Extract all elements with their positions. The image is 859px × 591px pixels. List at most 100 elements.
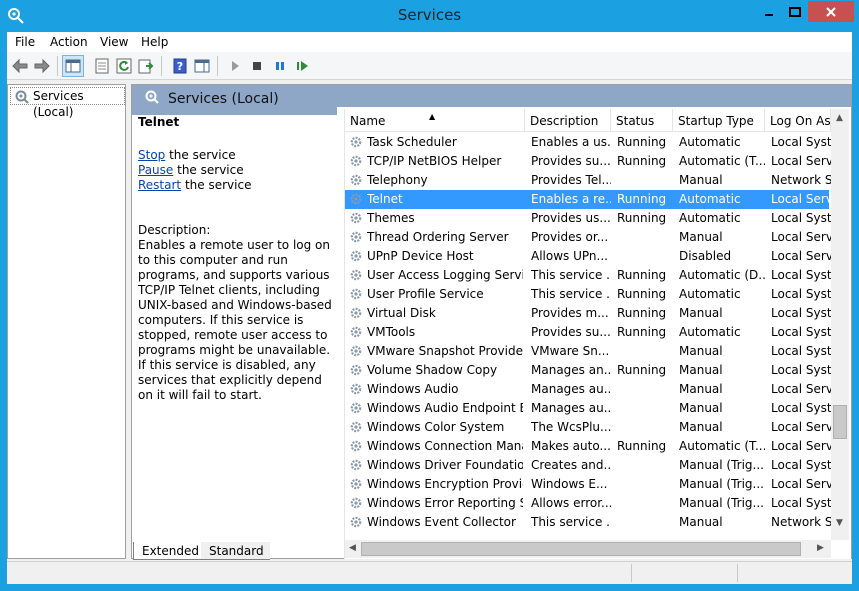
menu-file[interactable]: File [15, 35, 35, 49]
services-gear-icon [144, 89, 160, 108]
start-service-button[interactable] [224, 55, 246, 77]
table-row[interactable]: Windows Color System The WcsPlu... Manual L… [345, 418, 831, 437]
minimize-button[interactable] [755, 1, 782, 22]
table-row[interactable]: User Profile Service This service ... Runn… [345, 285, 831, 304]
service-gear-icon [349, 249, 363, 266]
table-row[interactable]: Task Scheduler Enables a us... Running Auto… [345, 133, 831, 152]
tab-standard[interactable]: Standard [201, 542, 270, 560]
maximize-button[interactable] [781, 1, 808, 22]
table-row[interactable]: VMTools Provides su... Running Automatic Loc… [345, 323, 831, 342]
show-action-pane-button[interactable] [191, 55, 213, 77]
table-row[interactable]: Virtual Disk Provides m... Running Manual Lo… [345, 304, 831, 323]
close-button[interactable] [808, 1, 854, 22]
table-row[interactable]: Telephony Provides Tel... Manual Network S.… [345, 171, 831, 190]
menu-action[interactable]: Action [50, 35, 88, 49]
cell-logon: Network S... [771, 515, 831, 529]
cell-startup: Manual [679, 515, 723, 529]
cell-startup: Manual [679, 420, 723, 434]
table-row[interactable]: Telnet Enables a re... Running Automatic Loc… [345, 190, 831, 209]
refresh-button[interactable] [113, 55, 135, 77]
table-row[interactable]: Windows Event Collector This service ... M… [345, 513, 831, 532]
service-gear-icon [349, 287, 363, 304]
pause-service-button[interactable] [269, 55, 291, 77]
table-row[interactable]: Windows Audio Manages au... Manual Local Se… [345, 380, 831, 399]
cell-desc: Provides m... [531, 306, 609, 320]
panel-header: Services (Local) [132, 85, 851, 107]
cell-startup: Manual [679, 363, 723, 377]
cell-name: Task Scheduler [367, 135, 457, 149]
cell-desc: This service ... [531, 287, 611, 301]
forward-button[interactable] [31, 55, 53, 77]
cell-startup: Automatic (T... [679, 154, 765, 168]
console-tree: Services (Local) [7, 84, 126, 559]
help-icon: ? [173, 58, 187, 74]
stop-service-link[interactable]: Stop [138, 148, 165, 162]
export-list-button[interactable] [135, 55, 157, 77]
column-header-log-on-as[interactable]: Log On As [765, 109, 831, 132]
description-label: Description: [138, 223, 211, 237]
table-row[interactable]: UPnP Device Host Allows UPn... Disabled Loc… [345, 247, 831, 266]
restart-service-link[interactable]: Restart [138, 178, 181, 192]
scroll-down-arrow-icon[interactable]: ▼ [836, 518, 843, 528]
help-button[interactable]: ? [169, 55, 191, 77]
service-gear-icon [349, 325, 363, 342]
cell-name: Windows Driver Foundation... [367, 458, 523, 472]
table-row[interactable]: Windows Audio Endpoint B... Manages au...… [345, 399, 831, 418]
cell-name: UPnP Device Host [367, 249, 474, 263]
column-header-status[interactable]: Status [611, 109, 673, 132]
show-hide-console-tree-button[interactable] [62, 55, 84, 77]
column-header-name[interactable]: Name ▲ [345, 109, 525, 132]
table-row[interactable]: Windows Encryption Provid... Windows E...… [345, 475, 831, 494]
table-row[interactable]: Volume Shadow Copy Manages an... Running Ma… [345, 361, 831, 380]
action-text: the service [181, 178, 252, 192]
menu-view[interactable]: View [100, 35, 128, 49]
service-gear-icon [349, 515, 363, 532]
action-stop: Stop the service [138, 148, 338, 163]
cell-startup: Automatic (D... [679, 268, 765, 282]
pause-service-link[interactable]: Pause [138, 163, 173, 177]
menu-help[interactable]: Help [141, 35, 168, 49]
service-gear-icon [349, 401, 363, 418]
table-row[interactable]: Windows Connection Mana... Makes auto... R… [345, 437, 831, 456]
table-row[interactable]: Thread Ordering Server Provides or... Manu… [345, 228, 831, 247]
cell-name: VMware Snapshot Provider [367, 344, 523, 358]
table-row[interactable]: Windows Error Reporting Se... Allows erro… [345, 494, 831, 513]
table-row[interactable]: VMware Snapshot Provider VMware Sn... Manu… [345, 342, 831, 361]
table-row[interactable]: User Access Logging Service This service … [345, 266, 831, 285]
services-window: Services File Action View Help ? Service… [0, 0, 859, 591]
properties-button[interactable] [91, 55, 113, 77]
tab-extended[interactable]: Extended [133, 542, 206, 560]
action-text: the service [165, 148, 236, 162]
cell-startup: Manual [679, 173, 723, 187]
table-row[interactable]: Windows Driver Foundation... Creates and.… [345, 456, 831, 475]
table-row[interactable]: TCP/IP NetBIOS Helper Provides su... Runni… [345, 152, 831, 171]
stop-service-button[interactable] [246, 55, 268, 77]
cell-desc: Manages au... [531, 401, 611, 415]
toolbar-separator [57, 56, 58, 76]
vertical-scrollbar[interactable]: ▲ ▼ [831, 109, 849, 540]
scroll-up-arrow-icon[interactable]: ▲ [836, 113, 843, 123]
service-gear-icon [349, 363, 363, 380]
restart-service-button[interactable] [292, 55, 314, 77]
table-row[interactable]: Themes Provides us... Running Automatic Loca… [345, 209, 831, 228]
cell-logon: Local Servic [771, 230, 831, 244]
service-gear-icon [349, 135, 363, 152]
cell-logon: Local Syste... [771, 401, 831, 415]
tree-item-services-local[interactable]: Services (Local) [10, 87, 125, 119]
cell-status: Running [617, 211, 667, 225]
cell-name: Windows Connection Mana... [367, 439, 523, 453]
pause-icon [276, 62, 284, 70]
column-header-description[interactable]: Description [525, 109, 611, 132]
scroll-right-arrow-icon[interactable]: ▶ [817, 543, 824, 553]
vertical-scroll-thumb[interactable] [833, 405, 847, 439]
title-bar[interactable]: Services [0, 0, 859, 32]
cell-logon: Local Syste... [771, 287, 831, 301]
cell-desc: Provides or... [531, 230, 609, 244]
toolbar-separator [217, 56, 218, 76]
back-button[interactable] [9, 55, 31, 77]
cell-startup: Manual (Trig... [679, 458, 764, 472]
column-header-startup-type[interactable]: Startup Type [673, 109, 765, 132]
cell-startup: Manual [679, 306, 723, 320]
cell-name: Telnet [367, 192, 403, 206]
stop-icon [253, 62, 261, 70]
